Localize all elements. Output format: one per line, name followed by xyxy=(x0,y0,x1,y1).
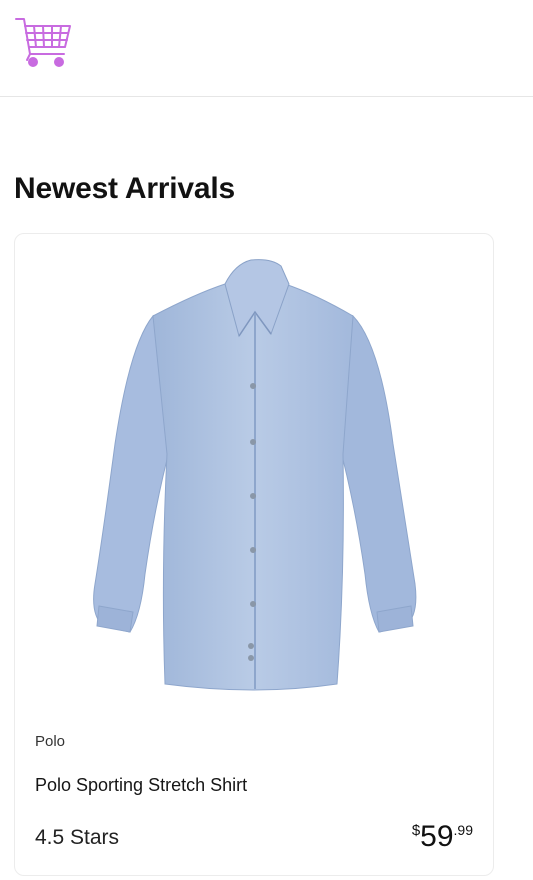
site-header xyxy=(0,0,533,97)
product-card[interactable]: Polo Polo Sporting Stretch Shirt 4.5 Sta… xyxy=(14,233,494,876)
product-name[interactable]: Polo Sporting Stretch Shirt xyxy=(35,775,247,796)
price-cents: .99 xyxy=(453,822,473,838)
price-whole: 59 xyxy=(420,820,454,853)
section-title: Newest Arrivals xyxy=(14,172,236,205)
shopping-cart-icon[interactable] xyxy=(14,16,72,68)
product-image[interactable] xyxy=(75,254,435,694)
product-rating: 4.5 Stars xyxy=(35,826,120,849)
product-price: $59.99 xyxy=(412,820,473,854)
product-brand: Polo xyxy=(35,733,66,750)
price-currency: $ xyxy=(411,822,421,839)
